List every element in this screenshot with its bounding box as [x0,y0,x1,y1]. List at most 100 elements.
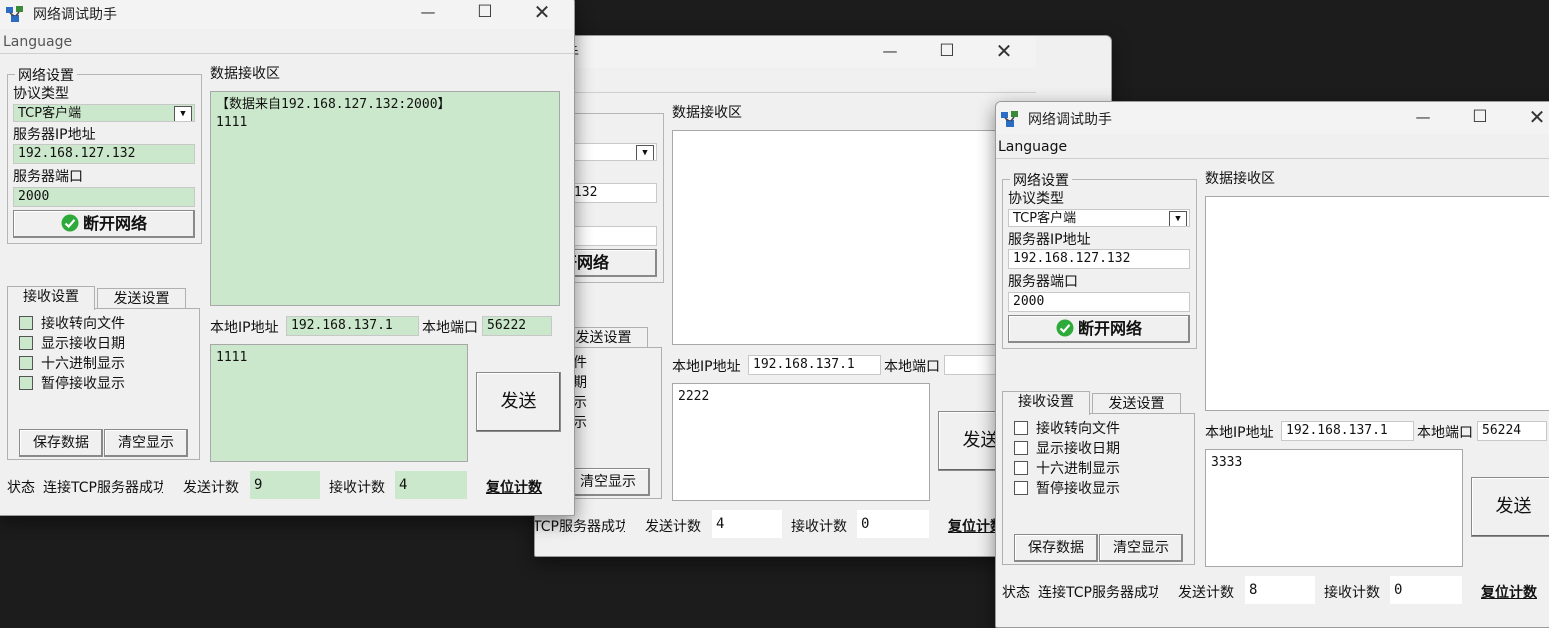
minimize-button[interactable]: — [867,36,913,66]
check-circle-icon [1056,319,1074,337]
chevron-down-icon[interactable]: ▼ [636,145,654,161]
receive-textarea[interactable]: 【数据来自192.168.127.132:2000】 1111 [210,91,560,306]
checkbox[interactable] [19,336,33,350]
server-ip-input[interactable]: 192.168.127.132 [1008,249,1190,269]
disconnect-label: 断开网络 [83,214,147,233]
disconnect-label: 断开网络 [1078,319,1142,338]
title-bar[interactable]: 网络调试助手 — ☐ ✕ [995,102,1549,134]
receive-textarea[interactable] [1205,196,1549,411]
recv-count-label: 接收计数 [329,477,385,497]
save-data-button[interactable]: 保存数据 [1014,534,1098,562]
protocol-label: 协议类型 [13,83,69,103]
option-show-date[interactable]: 显示接收日期 [19,333,125,353]
reset-count-button[interactable]: 复位计数 [1481,582,1537,602]
minimize-button[interactable]: — [405,0,451,27]
sent-count-value: 4 [712,510,782,538]
receive-area-label: 数据接收区 [1205,168,1275,188]
minimize-button[interactable]: — [1400,102,1446,132]
server-ip-input[interactable]: 192.168.127.132 [13,144,195,164]
disconnect-button[interactable]: 断开网络 [13,210,195,238]
send-button[interactable]: 发送 [1471,477,1549,537]
option-hex-display[interactable]: 十六进制显示 [1014,458,1120,478]
clear-display-button[interactable]: 清空显示 [566,468,650,496]
window-net-assistant-3: 网络调试助手 — ☐ ✕ Language 网络设置 协议类型 TCP客户端 ▼… [995,101,1549,628]
server-port-label: 服务器端口 [1008,271,1078,291]
menu-language[interactable]: Language [3,34,72,50]
clear-display-button[interactable]: 清空显示 [104,429,188,457]
option-pause-display[interactable]: 暂停接收显示 [1014,478,1120,498]
send-textarea[interactable]: 2222 [672,383,930,501]
receive-textarea[interactable] [672,130,1022,345]
sent-count-label: 发送计数 [645,516,701,536]
option-redirect-to-file[interactable]: 接收转向文件 [19,313,125,333]
menu-language[interactable]: Language [998,139,1067,155]
local-ip-input[interactable]: 192.168.137.1 [286,316,419,336]
status-text: 连接TCP服务器成功 [1038,582,1158,602]
send-button[interactable]: 发送 [476,372,561,432]
window-title: 网络调试助手 [33,4,117,24]
window-title: 网络调试助手 [1028,109,1112,129]
maximize-button[interactable]: ☐ [1457,102,1503,132]
status-label: 状态 [7,477,35,497]
checkbox[interactable] [1014,421,1028,435]
local-port-label: 本地端口 [884,356,940,376]
option-redirect-to-file[interactable]: 接收转向文件 [1014,418,1120,438]
reset-count-button[interactable]: 复位计数 [486,477,542,497]
local-ip-input[interactable]: 192.168.137.1 [748,355,881,375]
server-port-input[interactable]: 2000 [13,187,195,207]
checkbox[interactable] [19,356,33,370]
close-button[interactable]: ✕ [981,36,1027,66]
close-button[interactable]: ✕ [1514,102,1549,132]
server-port-input[interactable]: 2000 [1008,292,1190,312]
local-port-input[interactable]: 56222 [482,316,552,336]
tab-receive-settings[interactable]: 接收设置 [7,286,95,310]
save-data-button[interactable]: 保存数据 [19,429,103,457]
option-label: 显示接收日期 [41,336,125,352]
close-button[interactable]: ✕ [519,0,565,27]
local-ip-input[interactable]: 192.168.137.1 [1281,421,1414,441]
checkbox[interactable] [1014,441,1028,455]
title-bar[interactable]: 网络调试助手 — ☐ ✕ [0,0,574,29]
send-textarea[interactable]: 3333 [1205,449,1463,567]
maximize-button[interactable]: ☐ [462,0,508,27]
server-port-label: 服务器端口 [13,166,83,186]
protocol-select[interactable]: TCP客户端 ▼ [1008,209,1190,227]
option-label: 接收转向文件 [1036,421,1120,437]
tab-send-settings[interactable]: 发送设置 [1092,393,1181,414]
option-label: 接收转向文件 [41,316,125,332]
checkbox[interactable] [1014,481,1028,495]
sent-count-value: 8 [1245,576,1315,604]
chevron-down-icon[interactable]: ▼ [1169,211,1187,227]
title-bar[interactable]: 网络调试助手 — ☐ ✕ [534,36,1036,68]
checkbox[interactable] [1014,461,1028,475]
window-net-assistant-1: 网络调试助手 — ☐ ✕ Language 网络设置 协议类型 TCP客户端 ▼… [0,0,575,516]
chevron-down-icon[interactable]: ▼ [174,106,192,122]
protocol-select[interactable]: TCP客户端 ▼ [13,104,195,122]
option-hex-display[interactable]: 十六进制显示 [19,353,125,373]
protocol-value: TCP客户端 [18,106,81,121]
local-port-input[interactable]: 56224 [1477,421,1547,441]
local-ip-label: 本地IP地址 [210,317,279,337]
tab-send-settings[interactable]: 发送设置 [97,288,186,309]
status-text: 连接TCP服务器成功 [43,477,163,497]
recv-count-value: 0 [1390,576,1462,604]
app-network-icon [1000,110,1020,128]
local-ip-label: 本地IP地址 [1205,422,1274,442]
menu-bar: Language [534,70,1036,93]
local-port-label: 本地端口 [1417,422,1473,442]
protocol-value: TCP客户端 [1013,211,1076,226]
send-textarea[interactable]: 1111 [210,344,468,462]
maximize-button[interactable]: ☐ [924,36,970,66]
option-show-date[interactable]: 显示接收日期 [1014,438,1120,458]
sent-count-value: 9 [250,471,320,499]
tab-receive-settings[interactable]: 接收设置 [1002,391,1090,415]
option-label: 暂停接收显示 [41,376,125,392]
disconnect-button[interactable]: 断开网络 [1008,315,1190,343]
option-pause-display[interactable]: 暂停接收显示 [19,373,125,393]
clear-display-button[interactable]: 清空显示 [1099,534,1183,562]
sent-count-label: 发送计数 [183,477,239,497]
recv-count-label: 接收计数 [791,516,847,536]
menu-bar: Language [995,136,1549,159]
checkbox[interactable] [19,376,33,390]
checkbox[interactable] [19,316,33,330]
